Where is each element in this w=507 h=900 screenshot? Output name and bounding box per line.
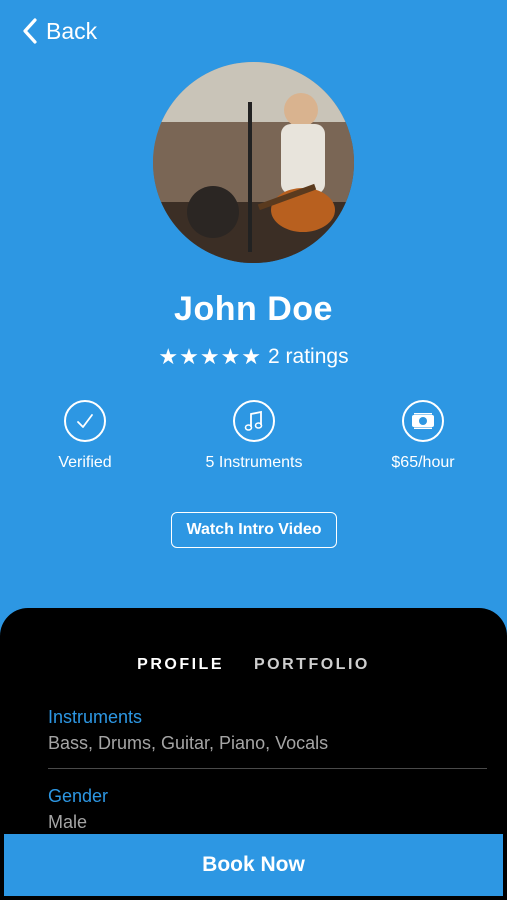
feature-label: 5 Instruments [205,454,303,471]
instruments-value: Bass, Drums, Guitar, Piano, Vocals [48,733,329,753]
check-icon [64,400,106,442]
divider [48,768,487,769]
back-button[interactable]: Back [22,14,97,48]
money-icon [402,400,444,442]
avatar [153,62,354,263]
instruments-label: Instruments [48,707,143,727]
gender-value: Male [48,812,88,832]
feature-verified: Verified [5,400,165,472]
tab-bar: PROFILE PORTFOLIO [0,656,507,674]
ratings-count: 2 ratings [268,345,349,368]
star-rating-icon: ★★★★★ [158,344,263,369]
feature-label: $65/hour [391,454,455,471]
gender-label: Gender [48,786,109,806]
rating-row: ★★★★★ 2 ratings [0,344,507,370]
tab-profile[interactable]: PROFILE [137,656,224,674]
feature-rate: $65/hour [343,400,503,472]
music-note-icon [233,400,275,442]
back-label: Back [46,17,98,44]
book-now-button[interactable]: Book Now [4,834,503,896]
feature-label: Verified [58,454,112,471]
tab-portfolio[interactable]: PORTFOLIO [254,656,370,674]
watch-intro-video-button[interactable]: Watch Intro Video [171,512,337,548]
profile-name: John Doe [174,290,333,328]
feature-instruments: 5 Instruments [174,400,334,472]
chevron-left-icon [22,17,38,45]
